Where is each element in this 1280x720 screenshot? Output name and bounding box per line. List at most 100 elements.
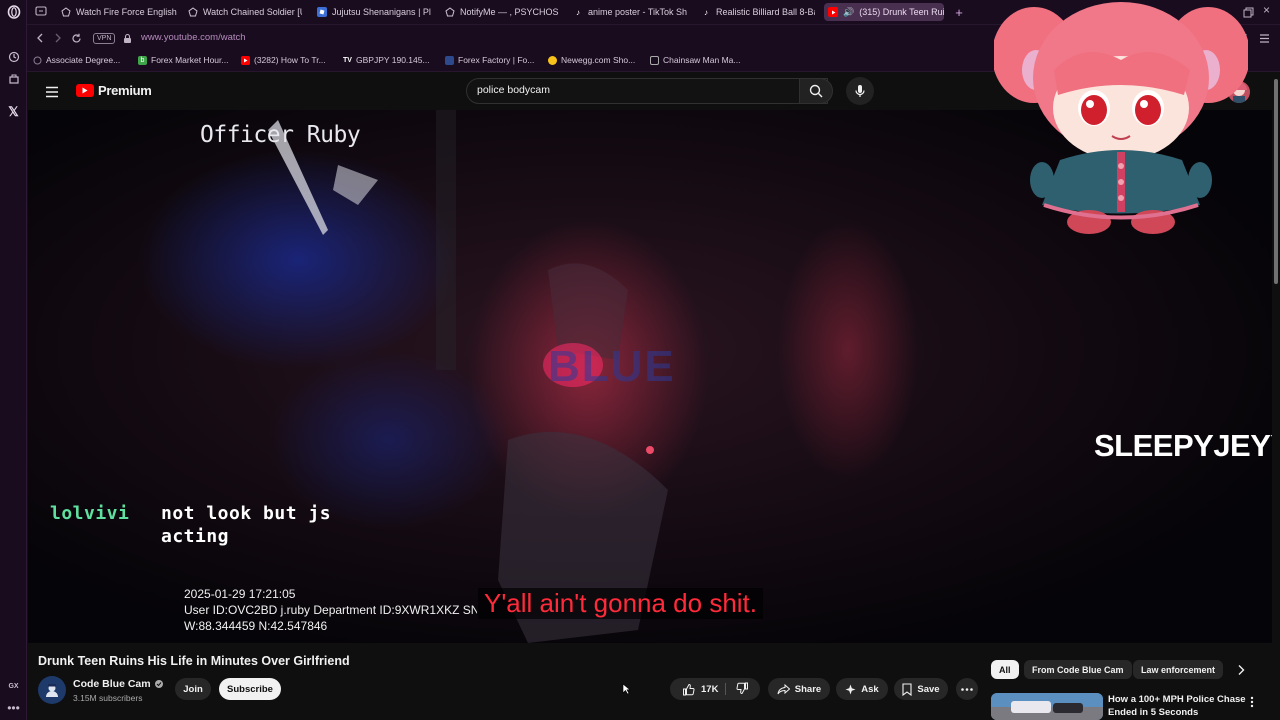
scrollbar-thumb[interactable] — [1274, 79, 1278, 284]
watermark-text: BLUE — [548, 342, 676, 391]
reload-icon[interactable] — [69, 31, 83, 45]
tab-label: (315) Drunk Teen Ruin — [859, 7, 944, 17]
url-text[interactable]: www.youtube.com/watch — [141, 32, 246, 43]
forward-icon[interactable] — [51, 31, 65, 45]
plush-avatar-overlay — [992, 0, 1250, 240]
search-icon — [809, 84, 823, 98]
tiktok-icon: ♪ — [576, 7, 580, 17]
video-details: Drunk Teen Ruins His Life in Minutes Ove… — [28, 643, 1280, 720]
bodycam-timestamp: 2025-01-29 17:21:05 — [184, 587, 296, 601]
bookmark-label: GBPJPY 190.145... — [356, 55, 430, 65]
chip-law-enforcement[interactable]: Law enforcement — [1133, 660, 1224, 679]
verified-icon — [154, 680, 163, 688]
share-button[interactable]: Share — [768, 678, 830, 700]
tab-tiktok-billiard[interactable]: ♪ Realistic Billiard Ball 8-Bal — [697, 3, 815, 21]
bookmark-forex-factory[interactable]: Forex Factory | Fo... — [445, 55, 534, 65]
gx-corner-icon[interactable] — [0, 70, 27, 90]
opera-logo-icon[interactable] — [0, 2, 27, 22]
search-input[interactable] — [477, 84, 797, 96]
roblox-icon — [317, 7, 327, 17]
bookmark-associate-degree[interactable]: Associate Degree... — [33, 55, 120, 65]
tab-fire-force[interactable]: Watch Fire Force English S — [57, 3, 177, 21]
close-window-icon[interactable]: × — [1263, 3, 1275, 17]
menu-icon[interactable] — [1259, 31, 1271, 43]
save-label: Save — [917, 683, 940, 695]
tab-label: Realistic Billiard Ball 8-Bal — [716, 7, 815, 17]
search-button[interactable] — [799, 78, 833, 104]
web-icon — [33, 56, 42, 65]
voice-search-button[interactable] — [846, 77, 874, 105]
bookmark-label: Newegg.com Sho... — [561, 55, 636, 65]
channel-avatar[interactable] — [38, 676, 66, 704]
bookmark-chainsaw-man[interactable]: Chainsaw Man Ma... — [650, 55, 740, 65]
bookmark-forex-market-hours[interactable]: b Forex Market Hour... — [138, 55, 228, 65]
video-title: Drunk Teen Ruins His Life in Minutes Ove… — [38, 654, 350, 668]
tab-tiktok-anime-poster[interactable]: ♪ anime poster - TikTok She — [569, 3, 687, 21]
bookmark-gbpjpy[interactable]: TV GBPJPY 190.145... — [343, 55, 430, 65]
web-icon — [650, 55, 659, 65]
recommended-title[interactable]: How a 100+ MPH Police Chase Ended in 5 S… — [1108, 693, 1246, 719]
tab-notifyme[interactable]: NotifyMe — , PSYCHOS ! — [441, 3, 559, 21]
streamer-name: SLEEPYJEYY — [1094, 428, 1272, 463]
page-scrollbar[interactable] — [1272, 73, 1280, 643]
bookmark-label: Associate Degree... — [46, 55, 121, 65]
tab-label: NotifyMe — , PSYCHOS ! — [460, 7, 559, 17]
tab-label: Jujutsu Shenanigans | Pla — [332, 7, 431, 17]
subtitle-text: Y'all ain't gonna do shit. — [478, 588, 763, 619]
forexfactory-icon — [445, 55, 454, 65]
subscriber-count: 3.15M subscribers — [73, 693, 143, 703]
vpn-badge[interactable]: VPN — [93, 33, 116, 44]
ask-button[interactable]: Ask — [836, 678, 888, 700]
hamburger-menu-icon[interactable] — [45, 85, 59, 98]
bookmark-label: Forex Market Hour... — [151, 55, 229, 65]
search-box — [466, 78, 828, 104]
bookmark-newegg[interactable]: Newegg.com Sho... — [548, 55, 635, 65]
x-twitter-icon[interactable]: 𝕏 — [0, 102, 27, 122]
channel-name-row[interactable]: Code Blue Cam — [73, 678, 163, 690]
recommended-thumbnail[interactable] — [991, 693, 1103, 720]
tab-youtube-active[interactable]: 🔊 (315) Drunk Teen Ruin — [824, 3, 944, 21]
sparkle-icon — [845, 684, 856, 694]
recommended-more-icon[interactable] — [1250, 695, 1256, 709]
more-horizontal-icon — [961, 687, 973, 691]
mouse-cursor-icon — [622, 682, 631, 700]
gx-control-icon[interactable] — [0, 47, 27, 67]
channel-name[interactable]: Code Blue Cam — [73, 678, 151, 690]
bookmark-youtube-how-to[interactable]: (3282) How To Tr... — [241, 55, 326, 65]
lock-icon[interactable] — [120, 31, 134, 45]
new-tab-button[interactable]: + — [952, 3, 966, 21]
youtube-logo-icon — [76, 84, 94, 97]
chip-all[interactable]: All — [991, 660, 1019, 679]
like-dislike-group: 17K — [670, 678, 760, 700]
divider — [725, 683, 726, 695]
tab-jujutsu-shenanigans[interactable]: Jujutsu Shenanigans | Pla — [313, 3, 431, 21]
subscribe-button[interactable]: Subscribe — [219, 678, 281, 700]
premium-label: Premium — [98, 83, 152, 98]
back-icon[interactable] — [33, 31, 47, 45]
tab-menu-icon[interactable] — [35, 5, 48, 18]
recommended-title-line2: Ended in 5 Seconds — [1108, 707, 1199, 718]
speaker-icon[interactable]: 🔊 — [843, 7, 854, 18]
ask-label: Ask — [861, 683, 879, 695]
youtube-premium-logo[interactable]: Premium — [76, 83, 152, 98]
bookmark-icon — [902, 682, 912, 696]
more-actions-button[interactable] — [956, 678, 978, 700]
thumbs-down-icon — [736, 682, 748, 695]
bodycam-coordinates: W:88.344459 N:42.547846 — [184, 619, 328, 633]
microphone-icon — [855, 85, 865, 97]
share-label: Share — [794, 683, 822, 695]
recommended-title-line1: How a 100+ MPH Police Chase — [1108, 694, 1246, 705]
thumbs-up-icon — [683, 683, 695, 695]
more-icon[interactable]: ••• — [0, 698, 27, 718]
like-button[interactable]: 17K — [682, 683, 718, 696]
save-button[interactable]: Save — [894, 678, 948, 700]
share-icon — [777, 683, 790, 694]
join-button[interactable]: Join — [175, 678, 211, 700]
dislike-button[interactable] — [736, 682, 749, 698]
tab-chained-soldier[interactable]: Watch Chained Soldier [U — [184, 3, 302, 21]
youtube-icon — [828, 7, 838, 17]
chips-next-icon[interactable] — [1236, 663, 1250, 677]
browser-sidebar: 𝕏 GX ••• — [0, 0, 27, 720]
web-icon — [61, 7, 71, 17]
chip-from-channel[interactable]: From Code Blue Cam — [1024, 660, 1132, 679]
